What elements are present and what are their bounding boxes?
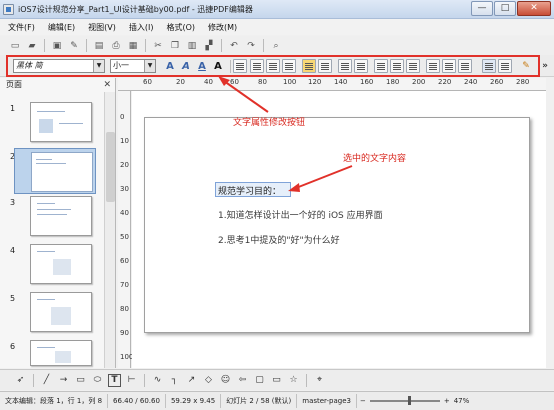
symbol-shapes-icon[interactable]: ☺ [219, 374, 232, 387]
select-arrow-icon[interactable]: ➶ [14, 374, 27, 387]
status-size: 59.29 x 9.45 [166, 394, 222, 408]
arrow-line [295, 165, 353, 189]
points-icon[interactable]: ⌖ [313, 374, 326, 387]
toolbar-separator [306, 373, 307, 387]
toolbar-separator [144, 373, 145, 387]
annotation-arrows [218, 76, 353, 192]
text-tool-icon[interactable]: T [108, 373, 121, 387]
arrow-head [288, 183, 300, 192]
block-arrows-icon[interactable]: ⇦ [236, 374, 249, 387]
ellipse-icon[interactable]: ⬭ [91, 374, 104, 387]
arrow-line-icon[interactable]: → [57, 374, 70, 387]
drawing-toolbar: ➶ ╱ → ▭ ⬭ T ⊢ ∿ ┐ ↗ ◇ ☺ ⇦ ▢ ▭ ☆ ⌖ [0, 369, 554, 390]
status-master-page: master-page3 [297, 394, 357, 408]
line-icon[interactable]: ╱ [40, 374, 53, 387]
arrow-line [223, 80, 269, 113]
flowchart-icon[interactable]: ▢ [253, 374, 266, 387]
toolbar-separator [33, 373, 34, 387]
status-position: 66.40 / 60.60 [108, 394, 166, 408]
curve-icon[interactable]: ∿ [151, 374, 164, 387]
zoom-level[interactable]: 47% [450, 397, 470, 405]
status-bar: 文本编辑：段落 1，行 1，列 8 66.40 / 60.60 59.29 x … [0, 391, 554, 410]
callouts-icon[interactable]: ▭ [270, 374, 283, 387]
lines-arrows-icon[interactable]: ↗ [185, 374, 198, 387]
status-slide: 幻灯片 2 / 58 (默认) [221, 394, 298, 408]
vertical-text-icon[interactable]: ⊢ [125, 374, 138, 387]
rectangle-icon[interactable]: ▭ [74, 374, 87, 387]
zoom-slider[interactable] [369, 396, 440, 405]
status-edit-mode: 文本编辑：段落 1，行 1，列 8 [0, 394, 109, 408]
basic-shapes-icon[interactable]: ◇ [202, 374, 215, 387]
stars-icon[interactable]: ☆ [287, 374, 300, 387]
zoom-out-icon[interactable]: − [357, 397, 366, 405]
connector-icon[interactable]: ┐ [168, 374, 181, 387]
